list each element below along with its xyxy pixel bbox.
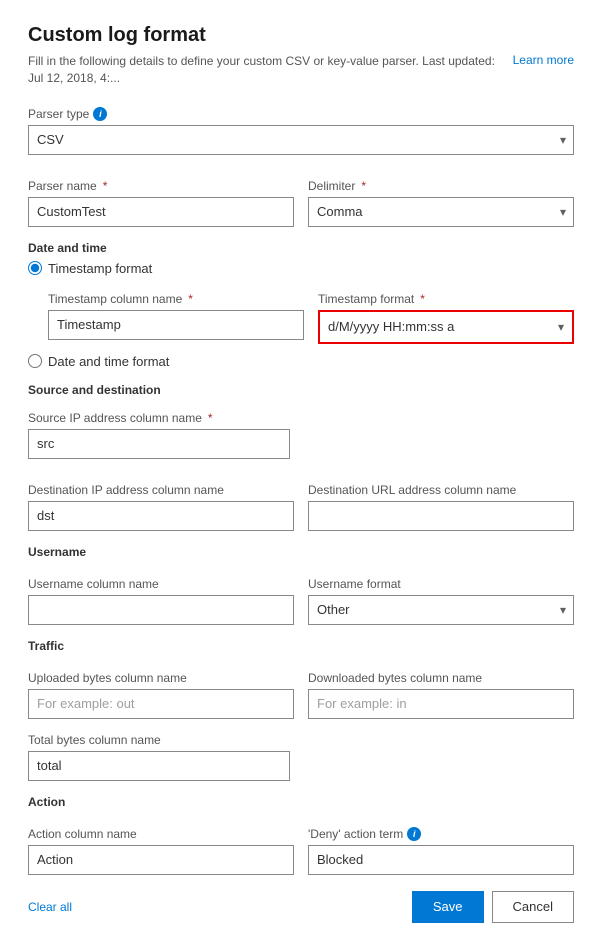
timestamp-radio[interactable] bbox=[28, 261, 42, 275]
uploaded-label: Uploaded bytes column name bbox=[28, 671, 294, 685]
src-ip-group: Source IP address column name* bbox=[28, 411, 574, 459]
dst-ip-col: Destination IP address column name bbox=[28, 469, 294, 531]
ts-format-select-wrapper: d/M/yyyy HH:mm:ss a bbox=[318, 310, 574, 344]
parser-type-label: Parser type i bbox=[28, 107, 574, 121]
action-col-name-input[interactable] bbox=[28, 845, 294, 875]
parser-type-select[interactable]: CSV bbox=[28, 125, 574, 155]
action-col-name-col: Action column name bbox=[28, 813, 294, 875]
action-row: Action column name 'Deny' action term i bbox=[28, 813, 574, 875]
action-section-label: Action bbox=[28, 795, 574, 809]
downloaded-input[interactable] bbox=[308, 689, 574, 719]
date-time-section: Date and time Timestamp format Timestamp… bbox=[28, 241, 574, 369]
username-format-col: Username format Other bbox=[308, 563, 574, 625]
save-button[interactable]: Save bbox=[412, 891, 484, 923]
username-col-name-col: Username column name bbox=[28, 563, 294, 625]
deny-input[interactable] bbox=[308, 845, 574, 875]
timestamp-fields-row: Timestamp column name* Timestamp format*… bbox=[48, 278, 574, 344]
ts-format-label: Timestamp format* bbox=[318, 292, 574, 306]
timestamp-fields: Timestamp column name* Timestamp format*… bbox=[28, 278, 574, 344]
action-buttons: Save Cancel bbox=[412, 891, 574, 923]
action-section: Action Action column name 'Deny' action … bbox=[28, 795, 574, 875]
deny-label: 'Deny' action term i bbox=[308, 827, 574, 841]
clear-all-link[interactable]: Clear all bbox=[28, 900, 72, 914]
parser-type-group: Parser type i CSV bbox=[28, 107, 574, 155]
page-title: Custom log format bbox=[28, 24, 574, 47]
uploaded-input[interactable] bbox=[28, 689, 294, 719]
cancel-button[interactable]: Cancel bbox=[492, 891, 574, 923]
delimiter-select-wrapper: Comma bbox=[308, 197, 574, 227]
timestamp-radio-group: Timestamp format bbox=[28, 261, 574, 276]
learn-more-link[interactable]: Learn more bbox=[513, 53, 574, 67]
username-format-label: Username format bbox=[308, 577, 574, 591]
date-radio[interactable] bbox=[28, 354, 42, 368]
username-format-select[interactable]: Other bbox=[308, 595, 574, 625]
downloaded-col: Downloaded bytes column name bbox=[308, 657, 574, 719]
src-ip-input[interactable] bbox=[28, 429, 290, 459]
src-ip-label: Source IP address column name* bbox=[28, 411, 574, 425]
date-time-section-label: Date and time bbox=[28, 241, 574, 255]
date-radio-label[interactable]: Date and time format bbox=[48, 354, 169, 369]
timestamp-radio-label[interactable]: Timestamp format bbox=[48, 261, 152, 276]
downloaded-label: Downloaded bytes column name bbox=[308, 671, 574, 685]
parser-type-select-wrapper: CSV bbox=[28, 125, 574, 155]
source-dest-section: Source and destination Source IP address… bbox=[28, 383, 574, 531]
parser-name-delimiter-row: Parser name* Delimiter* Comma bbox=[28, 165, 574, 227]
username-col-name-label: Username column name bbox=[28, 577, 294, 591]
uploaded-col: Uploaded bytes column name bbox=[28, 657, 294, 719]
subtitle-row: Fill in the following details to define … bbox=[28, 53, 574, 87]
deny-info-icon[interactable]: i bbox=[407, 827, 421, 841]
dst-ip-label: Destination IP address column name bbox=[28, 483, 294, 497]
parser-type-info-icon[interactable]: i bbox=[93, 107, 107, 121]
traffic-section: Traffic Uploaded bytes column name Downl… bbox=[28, 639, 574, 781]
total-bytes-group: Total bytes column name bbox=[28, 733, 574, 781]
username-row: Username column name Username format Oth… bbox=[28, 563, 574, 625]
parser-name-input[interactable] bbox=[28, 197, 294, 227]
dst-url-input[interactable] bbox=[308, 501, 574, 531]
total-bytes-input[interactable] bbox=[28, 751, 290, 781]
username-format-select-wrapper: Other bbox=[308, 595, 574, 625]
ts-col-name-label: Timestamp column name* bbox=[48, 292, 304, 306]
footer-row: Clear all Save Cancel bbox=[28, 891, 574, 923]
ts-col-name-col: Timestamp column name* bbox=[48, 278, 304, 344]
date-radio-group: Date and time format bbox=[28, 354, 574, 369]
dst-url-label: Destination URL address column name bbox=[308, 483, 574, 497]
delimiter-label: Delimiter* bbox=[308, 179, 574, 193]
bytes-row: Uploaded bytes column name Downloaded by… bbox=[28, 657, 574, 719]
action-col-name-label: Action column name bbox=[28, 827, 294, 841]
dst-url-col: Destination URL address column name bbox=[308, 469, 574, 531]
ts-format-col: Timestamp format* d/M/yyyy HH:mm:ss a bbox=[318, 278, 574, 344]
deny-col: 'Deny' action term i bbox=[308, 813, 574, 875]
ts-col-name-input[interactable] bbox=[48, 310, 304, 340]
source-dest-section-label: Source and destination bbox=[28, 383, 574, 397]
username-section-label: Username bbox=[28, 545, 574, 559]
ts-format-select[interactable]: d/M/yyyy HH:mm:ss a bbox=[320, 312, 572, 342]
username-section: Username Username column name Username f… bbox=[28, 545, 574, 625]
delimiter-select[interactable]: Comma bbox=[308, 197, 574, 227]
dst-row: Destination IP address column name Desti… bbox=[28, 469, 574, 531]
username-col-name-input[interactable] bbox=[28, 595, 294, 625]
parser-name-label: Parser name* bbox=[28, 179, 294, 193]
subtitle-text: Fill in the following details to define … bbox=[28, 53, 503, 87]
total-bytes-label: Total bytes column name bbox=[28, 733, 574, 747]
delimiter-col: Delimiter* Comma bbox=[308, 165, 574, 227]
traffic-section-label: Traffic bbox=[28, 639, 574, 653]
dst-ip-input[interactable] bbox=[28, 501, 294, 531]
parser-name-col: Parser name* bbox=[28, 165, 294, 227]
